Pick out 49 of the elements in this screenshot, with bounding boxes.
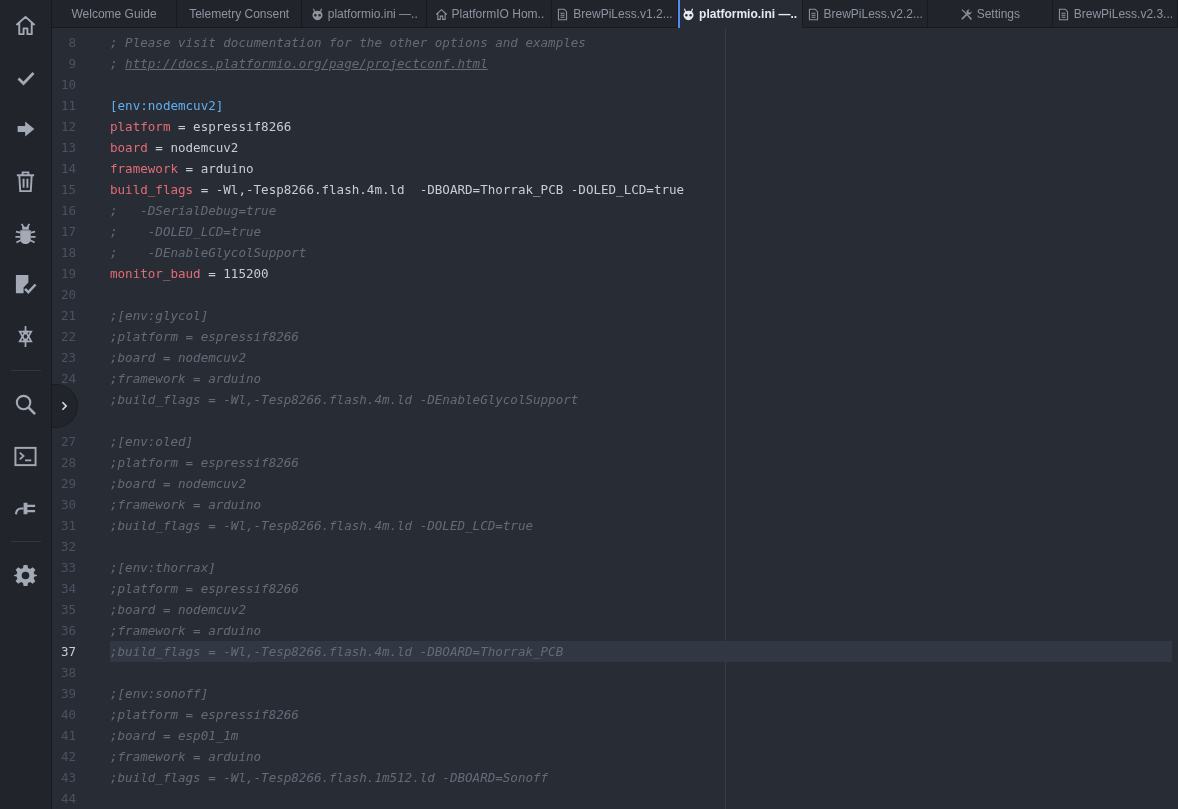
code-line: ;board = nodemcuv2 [110,349,246,365]
code-line: ;[env:thorrax] [110,559,216,575]
code-line: ;board = esp01_1m [110,727,239,743]
code-line: ;[env:sonoff] [110,685,209,701]
code-link[interactable]: http://docs.platformio.org/page/projectconf.html [125,55,488,71]
code-line: ;platform = espressif8266 [110,706,299,722]
search-icon[interactable] [14,392,37,416]
file-icon [806,7,820,21]
code-line: ;board = nodemcuv2 [110,601,246,617]
code-line: ;framework = arduino [110,748,262,764]
code-line: ;build_flags = -Wl,-Tesp8266.flash.4m.ld -DEnableGlycolSupport [110,391,579,407]
code-line: ;build_flags = -Wl,-Tesp8266.flash.1m512.ld -DBOARD=Sonoff [110,769,549,785]
code-line: platform = espressif8266 [110,118,292,134]
code-line: ;board = nodemcuv2 [110,475,246,491]
code-line: ;[env:oled] [110,433,194,449]
file-icon [556,7,570,21]
tab[interactable]: platformio.ini —.. [677,0,803,28]
line-number: 37 [60,643,76,659]
code-line: monitor_baud = 115200 [110,265,269,281]
sidebar-toggle-button[interactable] [52,384,78,428]
code-line: ;framework = arduino [110,370,262,386]
settings-icon[interactable] [14,564,37,588]
bug-icon[interactable] [14,221,37,245]
code-line: ; Please visit documentation for the other options and examples [110,34,586,50]
tools-icon [959,7,973,21]
code-line: ;build_flags = -Wl,-Tesp8266.flash.4m.ld -DOLED_LCD=true [110,517,534,533]
code-line: ; -DOLED_LCD=true [110,223,262,239]
alien-head-icon [682,7,696,21]
code-line: build_flags = -Wl,-Tesp8266.flash.4m.ld -DBOARD=Thorrak_PCB -DOLED_LCD=true [110,181,685,197]
code-line: ; -DSerialDebug=true [110,202,277,218]
code-line: ; -DEnableGlycolSupport [110,244,307,260]
code-line: [env:nodemcuv2] [110,97,224,113]
file-icon [1056,7,1070,21]
code-line: board = nodemcuv2 [110,139,239,155]
code-line: ;framework = arduino [110,622,262,638]
code-line: ;platform = espressif8266 [110,454,299,470]
code-line: ;platform = espressif8266 [110,580,299,596]
checklist-icon[interactable] [14,273,37,297]
code-line: ;[env:glycol] [110,307,209,323]
terminal-icon[interactable] [14,444,37,468]
trash-icon[interactable] [14,169,37,193]
code-line: ;platform = espressif8266 [110,328,299,344]
code-line: ;framework = arduino [110,496,262,512]
home-icon[interactable] [14,14,37,38]
home-icon [434,7,448,21]
chevron-right-icon [61,401,68,411]
code-line: ; http://docs.platformio.org/page/projectconf.html [110,55,488,71]
code-line: framework = arduino [110,160,254,176]
alien-head-icon [310,7,324,21]
